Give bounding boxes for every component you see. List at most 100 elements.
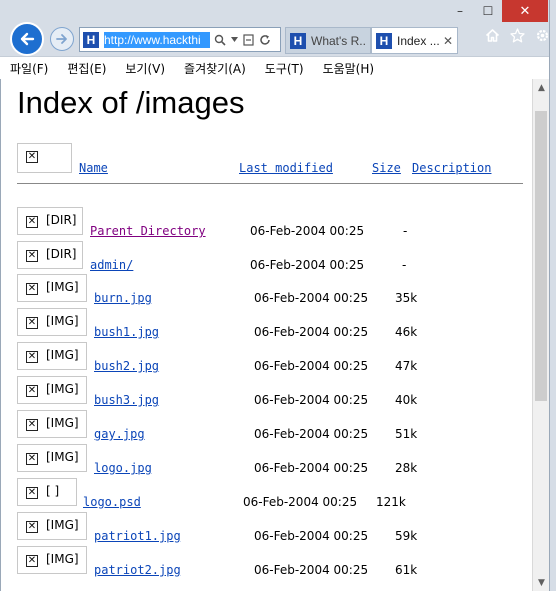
- file-row: ✕ [IMG] gay.jpg 06-Feb-2004 00:25 51k: [1, 410, 532, 444]
- file-type-alt-text: [IMG]: [46, 552, 79, 566]
- file-size: 28k: [395, 461, 418, 475]
- star-icon[interactable]: [510, 28, 525, 43]
- file-link[interactable]: bush1.jpg: [94, 325, 159, 339]
- window-frame: [549, 0, 556, 591]
- file-size: 121k: [376, 495, 406, 509]
- file-type-image: ✕ [IMG]: [17, 444, 87, 472]
- broken-image-icon: ✕: [26, 317, 38, 329]
- file-row: ✕ [IMG] bush2.jpg 06-Feb-2004 00:25 47k: [1, 342, 532, 376]
- tab-label: Index ...: [397, 33, 440, 48]
- scroll-up-icon[interactable]: ▲: [533, 79, 550, 96]
- file-size: 46k: [395, 325, 418, 339]
- gear-icon[interactable]: [535, 28, 550, 43]
- command-icons: [485, 28, 550, 43]
- sort-by-last-modified-link[interactable]: Last modified: [239, 161, 333, 175]
- file-modified-date: 06-Feb-2004 00:25: [254, 325, 369, 339]
- file-type-alt-text: [ ]: [46, 484, 60, 498]
- file-type-alt-text: [IMG]: [46, 348, 79, 362]
- file-link[interactable]: Parent Directory: [90, 224, 206, 238]
- compatibility-view-icon[interactable]: [243, 33, 254, 46]
- refresh-icon[interactable]: [259, 34, 271, 46]
- file-row: ✕ [DIR] Parent Directory 06-Feb-2004 00:25 -: [1, 207, 532, 241]
- file-size: 47k: [395, 359, 418, 373]
- file-row: ✕ [ ] logo.psd 06-Feb-2004 00:25 121k: [1, 478, 532, 512]
- file-type-alt-text: [IMG]: [46, 382, 79, 396]
- file-link[interactable]: gay.jpg: [94, 427, 145, 441]
- file-type-image: ✕ [IMG]: [17, 410, 87, 438]
- file-modified-date: 06-Feb-2004 00:25: [250, 224, 365, 238]
- back-button[interactable]: [10, 22, 44, 56]
- file-link[interactable]: bush3.jpg: [94, 393, 159, 407]
- vertical-scrollbar[interactable]: ▲ ▼: [532, 79, 549, 591]
- forward-arrow-icon: [56, 34, 67, 44]
- address-input[interactable]: http://www.hackthi: [104, 31, 210, 48]
- tab-index-active[interactable]: H Index ... ✕: [371, 27, 458, 54]
- file-link[interactable]: patriot1.jpg: [94, 529, 181, 543]
- file-link[interactable]: burn.jpg: [94, 291, 152, 305]
- forward-button[interactable]: [50, 27, 74, 51]
- file-type-image: ✕ [IMG]: [17, 546, 87, 574]
- page-content: Index of /images ✕ Name Last modified Si…: [0, 79, 532, 591]
- file-modified-date: 06-Feb-2004 00:25: [254, 529, 369, 543]
- sort-by-name-link[interactable]: Name: [79, 161, 108, 175]
- file-row: ✕ [DIR] admin/06-Feb-2004 00:25 -: [1, 241, 532, 275]
- site-favicon-icon: H: [376, 32, 392, 49]
- file-type-image: ✕ [ ]: [17, 478, 77, 506]
- file-type-alt-text: [DIR]: [46, 213, 77, 227]
- file-modified-date: 06-Feb-2004 00:25: [254, 291, 369, 305]
- file-modified-date: 06-Feb-2004 00:25: [243, 495, 358, 509]
- page-title: Index of /images: [17, 85, 245, 120]
- menu-view[interactable]: 보기(V): [125, 60, 165, 77]
- menu-edit[interactable]: 편집(E): [67, 60, 106, 77]
- menu-tools[interactable]: 도구(T): [265, 60, 304, 77]
- file-modified-date: 06-Feb-2004 00:25: [254, 427, 369, 441]
- file-size: 51k: [395, 427, 418, 441]
- broken-image-icon: ✕: [26, 419, 38, 431]
- menu-favorites[interactable]: 즐겨찾기(A): [184, 60, 246, 77]
- broken-image-icon: ✕: [26, 453, 38, 465]
- broken-image-icon: ✕: [26, 216, 38, 228]
- address-bar[interactable]: H http://www.hackthi: [79, 27, 281, 52]
- file-link[interactable]: admin/: [90, 258, 133, 272]
- close-window-button[interactable]: ✕: [502, 0, 548, 22]
- file-type-alt-text: [IMG]: [46, 416, 79, 430]
- broken-image-icon: ✕: [26, 151, 38, 163]
- broken-image-icon: ✕: [26, 385, 38, 397]
- tab-whats-r[interactable]: H What's R...: [285, 27, 371, 54]
- dropdown-arrow-icon[interactable]: [231, 37, 238, 42]
- sort-by-size-link[interactable]: Size: [372, 161, 401, 175]
- divider: [17, 183, 523, 184]
- scroll-down-icon[interactable]: ▼: [533, 574, 550, 591]
- broken-image-icon: ✕: [26, 487, 38, 499]
- broken-image-icon: ✕: [26, 283, 38, 295]
- file-type-image: ✕ [IMG]: [17, 342, 87, 370]
- file-row: ✕ [IMG] bush3.jpg 06-Feb-2004 00:25 40k: [1, 376, 532, 410]
- file-type-image: ✕ [IMG]: [17, 512, 87, 540]
- file-type-alt-text: [DIR]: [46, 247, 77, 261]
- home-icon[interactable]: [485, 28, 500, 43]
- file-type-image: ✕ [DIR]: [17, 207, 83, 235]
- sort-by-description-link[interactable]: Description: [412, 161, 491, 175]
- minimize-button[interactable]: –: [446, 0, 474, 22]
- file-size: 59k: [395, 529, 418, 543]
- scrollbar-thumb[interactable]: [535, 111, 547, 401]
- search-icon[interactable]: [214, 34, 226, 46]
- menu-help[interactable]: 도움말(H): [323, 60, 375, 77]
- file-link[interactable]: bush2.jpg: [94, 359, 159, 373]
- file-row: ✕ [IMG] burn.jpg 06-Feb-2004 00:25 35k: [1, 274, 532, 308]
- maximize-button[interactable]: ☐: [474, 0, 502, 22]
- file-link[interactable]: patriot2.jpg: [94, 563, 181, 577]
- menu-file[interactable]: 파일(F): [10, 60, 48, 77]
- site-favicon-icon: H: [290, 32, 306, 49]
- file-row: ✕ [IMG] logo.jpg 06-Feb-2004 00:25 28k: [1, 444, 532, 478]
- file-link[interactable]: logo.jpg: [94, 461, 152, 475]
- header-image-placeholder: ✕: [17, 143, 72, 173]
- close-tab-icon[interactable]: ✕: [443, 34, 453, 48]
- file-modified-date: 06-Feb-2004 00:25: [254, 359, 369, 373]
- file-type-alt-text: [IMG]: [46, 518, 79, 532]
- file-link[interactable]: logo.psd: [83, 495, 141, 509]
- broken-image-icon: ✕: [26, 250, 38, 262]
- file-size: 40k: [395, 393, 418, 407]
- file-type-alt-text: [IMG]: [46, 314, 79, 328]
- file-type-image: ✕ [IMG]: [17, 274, 87, 302]
